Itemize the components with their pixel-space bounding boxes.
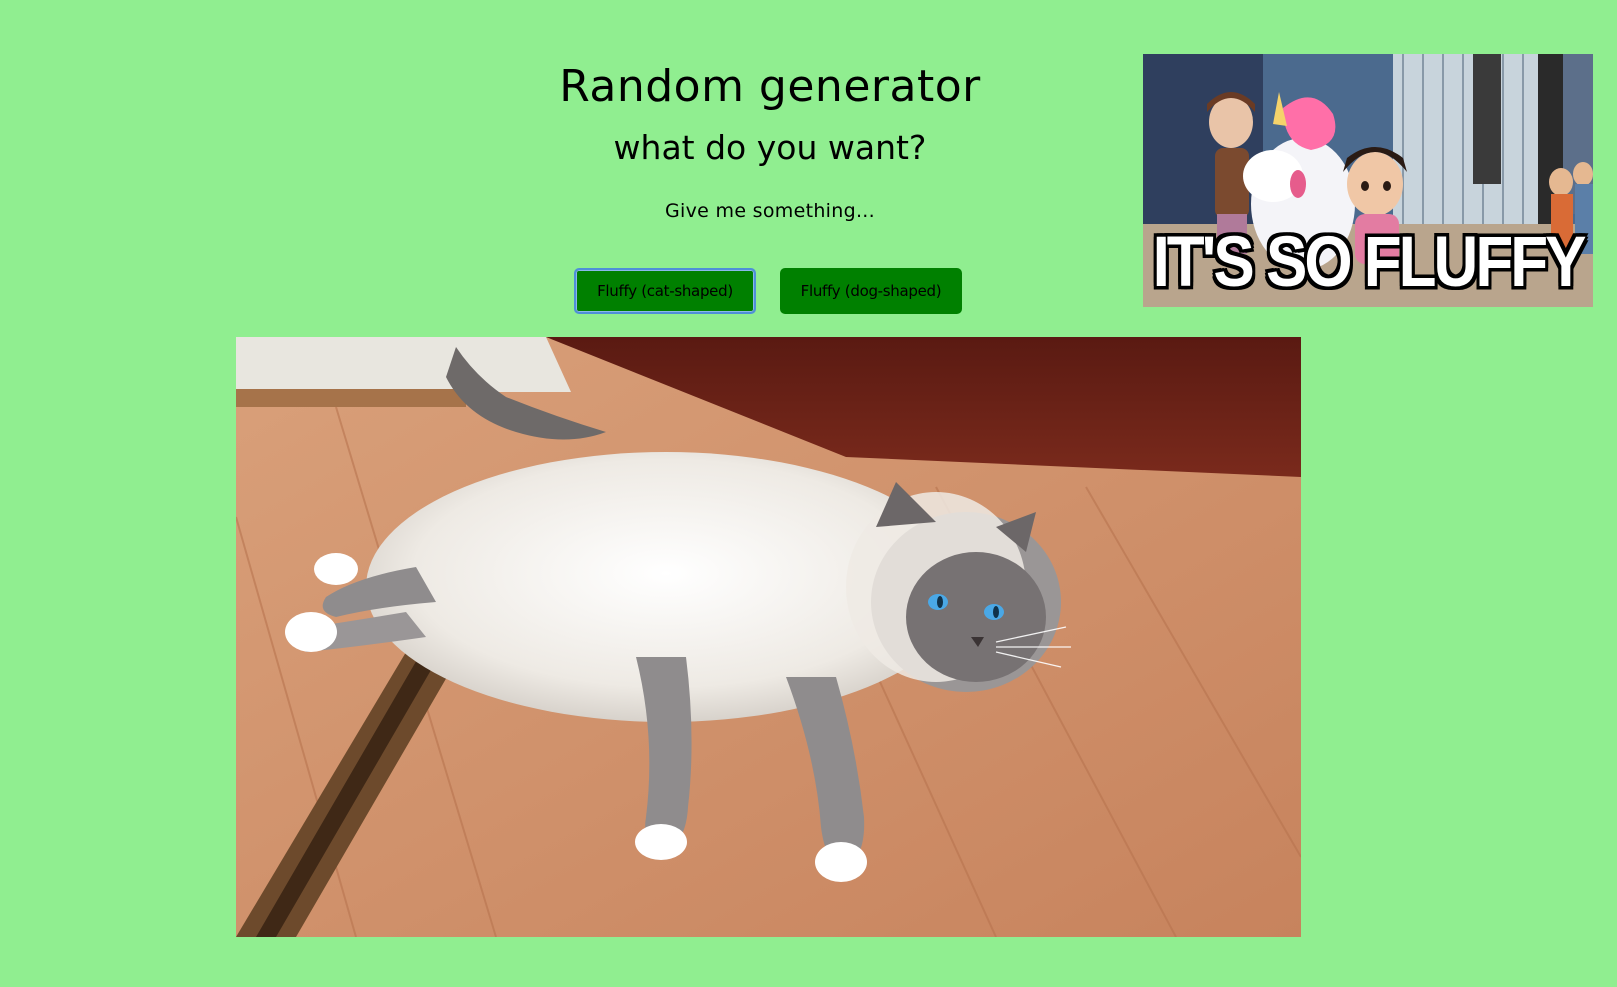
page-header: Random generator what do you want? Give … bbox=[400, 52, 1140, 226]
cat-photo bbox=[236, 337, 1301, 937]
page-subtitle: what do you want? bbox=[613, 128, 927, 167]
cat-photo-scene bbox=[236, 337, 1301, 937]
fluffy-meme-image: IT'S SO FLUFFY bbox=[1143, 54, 1593, 307]
prompt-text: Give me something... bbox=[665, 200, 875, 222]
meme-caption: IT'S SO FLUFFY bbox=[1152, 222, 1587, 303]
fluffy-dog-button[interactable]: Fluffy (dog-shaped) bbox=[780, 268, 962, 314]
page-title: Random generator bbox=[559, 61, 981, 112]
fluffy-cat-button[interactable]: Fluffy (cat-shaped) bbox=[574, 268, 756, 314]
